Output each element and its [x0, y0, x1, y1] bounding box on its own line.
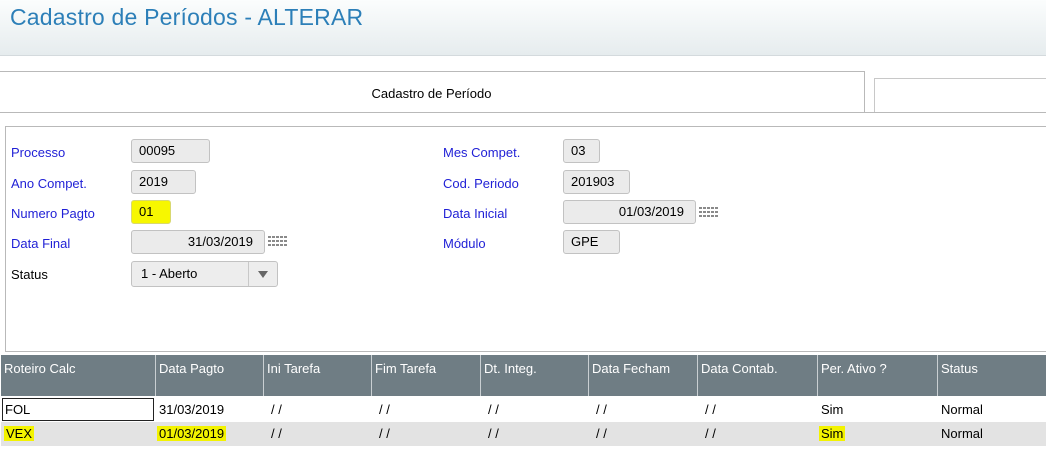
mes-compet-field[interactable]: 03 — [563, 139, 600, 163]
cell-data-contab[interactable]: / / — [701, 422, 716, 446]
numero-pagto-label: Numero Pagto — [11, 206, 95, 221]
cell-dt-integ[interactable]: / / — [484, 398, 499, 422]
cell-data-pagto[interactable]: 01/03/2019 — [155, 422, 263, 446]
cell-data-pagto-text: 01/03/2019 — [157, 426, 227, 441]
status-select-value: 1 - Aberto — [141, 266, 198, 281]
calendar-icon[interactable] — [268, 236, 288, 250]
col-data-contab[interactable]: Data Contab. — [697, 355, 817, 396]
grid-header: Roteiro Calc Data Pagto Ini Tarefa Fim T… — [1, 355, 1046, 396]
cod-periodo-label: Cod. Periodo — [443, 176, 519, 191]
cell-ini-tarefa[interactable]: / / — [267, 398, 282, 422]
table-row[interactable]: VEX 01/03/2019 / / / / / / / / / / Sim N… — [1, 422, 1046, 446]
col-roteiro-calc[interactable]: Roteiro Calc — [1, 355, 155, 396]
col-dt-integ[interactable]: Dt. Integ. — [480, 355, 588, 396]
col-per-ativo[interactable]: Per. Ativo ? — [817, 355, 937, 396]
cell-data-pagto[interactable]: 31/03/2019 — [155, 398, 263, 422]
col-data-pagto[interactable]: Data Pagto — [155, 355, 263, 396]
cell-dt-integ[interactable]: / / — [484, 422, 499, 446]
mes-compet-label: Mes Compet. — [443, 145, 521, 160]
data-inicial-field[interactable]: 01/03/2019 — [563, 200, 696, 224]
table-row[interactable]: FOL 31/03/2019 / / / / / / / / / / Sim N… — [1, 398, 1046, 422]
data-final-field[interactable]: 31/03/2019 — [131, 230, 265, 254]
cell-per-ativo[interactable]: Sim — [817, 398, 843, 422]
tab-secondary[interactable] — [874, 78, 1046, 113]
status-label: Status — [11, 267, 48, 282]
cell-status[interactable]: Normal — [937, 398, 983, 422]
cell-roteiro[interactable]: VEX — [1, 422, 51, 446]
cell-fim-tarefa[interactable]: / / — [375, 422, 390, 446]
data-final-label: Data Final — [11, 236, 71, 251]
cell-per-ativo-text: Sim — [819, 426, 846, 441]
processo-label: Processo — [11, 145, 66, 160]
col-ini-tarefa[interactable]: Ini Tarefa — [263, 355, 371, 396]
title-bar: Cadastro de Períodos - ALTERAR — [0, 0, 1046, 56]
cell-roteiro[interactable]: FOL — [2, 398, 154, 421]
data-inicial-label: Data Inicial — [443, 206, 508, 221]
status-select[interactable]: 1 - Aberto — [131, 261, 278, 287]
ano-compet-label: Ano Compet. — [11, 176, 87, 191]
chevron-down-icon[interactable] — [248, 262, 277, 286]
numero-pagto-field[interactable]: 01 — [131, 200, 171, 224]
tab-label: Cadastro de Período — [371, 86, 492, 101]
cell-data-fecham[interactable]: / / — [592, 422, 607, 446]
tab-divider — [0, 112, 1046, 113]
cell-fim-tarefa[interactable]: / / — [375, 398, 390, 422]
col-fim-tarefa[interactable]: Fim Tarefa — [371, 355, 480, 396]
cell-roteiro-text: VEX — [4, 426, 35, 441]
cell-data-fecham[interactable]: / / — [592, 398, 607, 422]
modulo-label: Módulo — [443, 236, 486, 251]
window-title: Cadastro de Períodos - ALTERAR — [10, 4, 364, 30]
calendar-icon[interactable] — [699, 207, 719, 221]
cell-per-ativo[interactable]: Sim — [817, 422, 846, 446]
tab-cadastro-periodo[interactable]: Cadastro de Período — [0, 71, 865, 113]
cell-data-contab[interactable]: / / — [701, 398, 716, 422]
processo-field[interactable]: 00095 — [131, 139, 210, 163]
cell-status[interactable]: Normal — [937, 422, 983, 446]
ano-compet-field[interactable]: 2019 — [131, 170, 196, 194]
col-status[interactable]: Status — [937, 355, 1046, 396]
col-data-fecham[interactable]: Data Fecham — [588, 355, 697, 396]
cod-periodo-field[interactable]: 201903 — [563, 170, 630, 194]
modulo-field[interactable]: GPE — [563, 230, 620, 254]
cell-ini-tarefa[interactable]: / / — [267, 422, 282, 446]
